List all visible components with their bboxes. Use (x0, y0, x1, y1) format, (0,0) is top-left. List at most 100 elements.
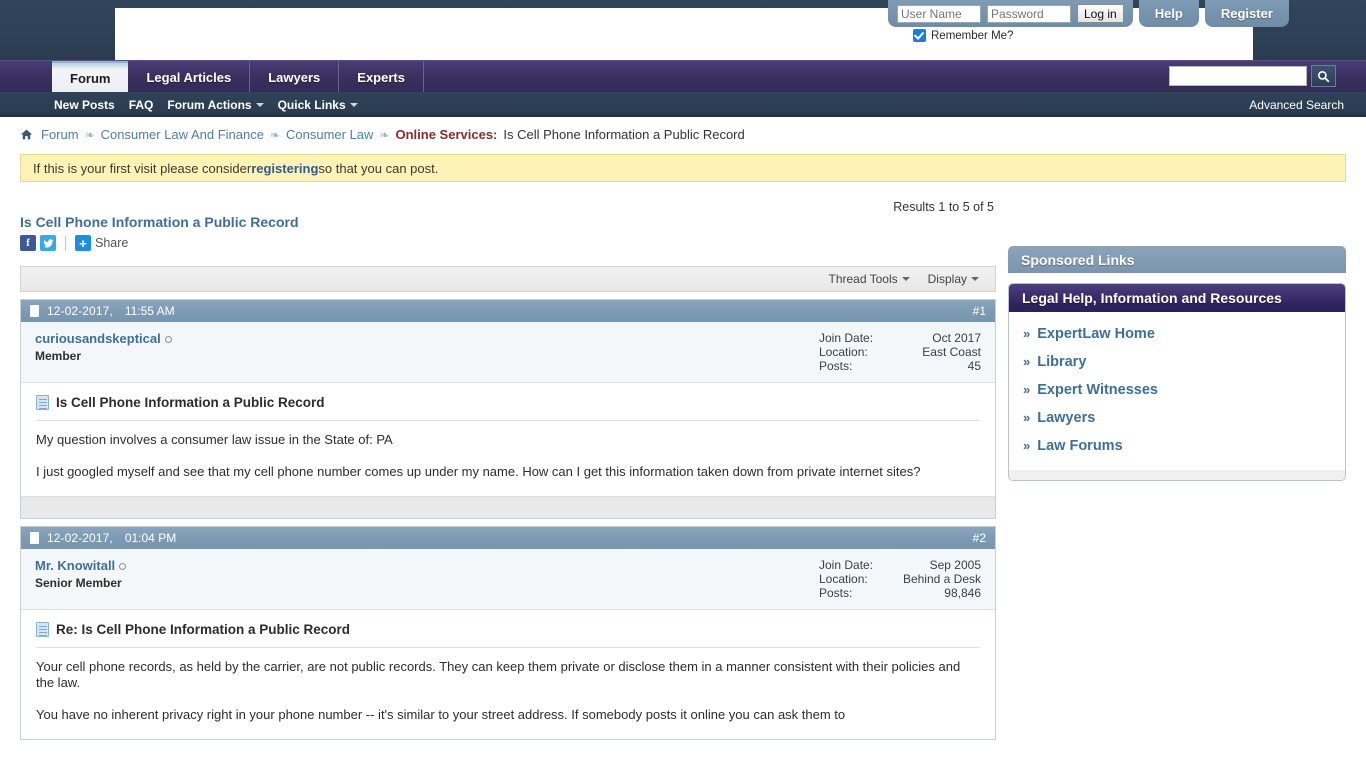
share-label[interactable]: Share (95, 236, 128, 250)
post-footer (21, 496, 995, 518)
tab-legal-articles[interactable]: Legal Articles (128, 61, 251, 93)
password-input[interactable] (987, 4, 1071, 23)
remember-me-row: Remember Me? (913, 29, 1013, 42)
breadcrumb-separator-icon: ❧ (269, 127, 280, 142)
login-form: Log in (888, 0, 1133, 27)
chevron-right-icon: » (1023, 354, 1031, 369)
chevron-right-icon: » (1023, 382, 1031, 397)
breadcrumb-item-online-services[interactable]: Online Services: (396, 127, 498, 142)
chevron-down-icon (971, 277, 979, 281)
sidebar-item-law-forums[interactable]: » Law Forums (1009, 432, 1345, 460)
post-subject: Is Cell Phone Information a Public Recor… (36, 395, 980, 421)
register-label: Register (1220, 6, 1273, 21)
site-header: Log in Help Register Remember Me? (0, 0, 1366, 60)
post-userinfo: Mr. Knowitall Senior Member Join Date: Se… (21, 549, 995, 610)
post-number[interactable]: #1 (973, 304, 986, 318)
chevron-right-icon: » (1023, 438, 1031, 453)
chevron-down-icon (349, 102, 358, 107)
sidebar-item-label: Expert Witnesses (1037, 382, 1158, 398)
sidebar-item-expert-witnesses[interactable]: » Expert Witnesses (1009, 376, 1345, 404)
search-button[interactable] (1311, 65, 1336, 87)
thread-tools-button[interactable]: Thread Tools (828, 272, 910, 286)
sidebar-item-library[interactable]: » Library (1009, 348, 1345, 376)
post-message: Your cell phone records, as held by the … (36, 648, 980, 723)
subnav-faq[interactable]: FAQ (129, 98, 154, 112)
legal-resources-links: » ExpertLaw Home » Library » Expert Witn… (1009, 312, 1345, 470)
subnav-forum-actions[interactable]: Forum Actions (167, 97, 264, 112)
page-title[interactable]: Is Cell Phone Information a Public Recor… (20, 214, 996, 230)
nav-search (1169, 65, 1336, 87)
document-icon (36, 622, 49, 637)
notice-suffix: so that you can post. (318, 160, 439, 176)
stat-label: Posts: (819, 359, 853, 373)
post-1: 12-02-2017, 11:55 AM #1 curiousandskepti… (20, 299, 996, 519)
post-subject-text: Re: Is Cell Phone Information a Public R… (56, 622, 351, 637)
first-visit-notice: If this is your first visit please consi… (20, 154, 1346, 182)
subnav-quick-links[interactable]: Quick Links (278, 98, 358, 112)
post-time: 01:04 PM (124, 531, 177, 545)
breadcrumb-separator-icon: ❧ (379, 127, 390, 142)
chevron-down-icon (255, 102, 264, 107)
advanced-search-link[interactable]: Advanced Search (1249, 92, 1344, 117)
username-input[interactable] (897, 4, 981, 23)
stat-value: 98,846 (944, 586, 981, 600)
thread-tools-label: Thread Tools (828, 272, 898, 286)
post-icon (30, 532, 39, 544)
subnav-links: New Posts FAQ Forum Actions Quick Links (54, 92, 358, 117)
stat-value: Sep 2005 (929, 558, 981, 572)
search-input[interactable] (1169, 66, 1307, 86)
tab-experts[interactable]: Experts (339, 61, 424, 93)
breadcrumb-separator-icon: ❧ (84, 127, 95, 142)
remember-me-checkbox[interactable] (913, 29, 926, 42)
display-button[interactable]: Display (928, 272, 979, 286)
tab-lawyers[interactable]: Lawyers (250, 61, 340, 93)
stat-label: Location: (819, 345, 868, 359)
sidebar-item-expertlaw-home[interactable]: » ExpertLaw Home (1009, 320, 1345, 348)
post-author[interactable]: curiousandskeptical (35, 331, 161, 346)
chevron-down-icon (901, 277, 910, 281)
post-header: 12-02-2017, 01:04 PM #2 (21, 527, 995, 549)
post-date: 12-02-2017, (47, 531, 113, 545)
post-message: My question involves a consumer law issu… (36, 421, 980, 480)
post-number[interactable]: #2 (973, 531, 986, 545)
register-button[interactable]: Register (1204, 0, 1289, 27)
breadcrumb-item-consumer-law-and-finance[interactable]: Consumer Law And Finance (101, 127, 264, 142)
chevron-right-icon: » (1023, 326, 1031, 341)
addthis-share-icon[interactable]: + (75, 235, 91, 251)
stat-value: 45 (967, 359, 981, 373)
tab-forum[interactable]: Forum (52, 61, 129, 93)
stat-label: Join Date: (819, 331, 874, 345)
help-label: Help (1154, 6, 1183, 21)
post-author[interactable]: Mr. Knowitall (35, 558, 115, 573)
breadcrumb-item-forum[interactable]: Forum (41, 127, 79, 142)
notice-prefix: If this is your first visit please consi… (33, 160, 252, 176)
legal-resources-title: Legal Help, Information and Resources (1009, 284, 1345, 312)
subnav-forum-actions-label: Forum Actions (167, 97, 252, 112)
twitter-share-icon[interactable] (40, 235, 56, 251)
breadcrumb-item-consumer-law[interactable]: Consumer Law (286, 127, 373, 142)
post-author-block: curiousandskeptical Member (35, 331, 172, 373)
sponsored-links-title: Sponsored Links (1008, 246, 1346, 273)
breadcrumb-current-title: Is Cell Phone Information a Public Recor… (503, 127, 745, 142)
home-icon (20, 128, 33, 141)
subnav-new-posts[interactable]: New Posts (54, 98, 115, 112)
sponsored-links-block: Sponsored Links (1008, 246, 1346, 273)
search-icon (1317, 70, 1330, 82)
thread-tools-bar: Thread Tools Display (20, 266, 996, 292)
notice-registering-link[interactable]: registering (251, 161, 318, 176)
post-author-title: Member (35, 349, 82, 363)
help-button[interactable]: Help (1138, 0, 1199, 27)
subnav-new-posts-label: New Posts (54, 97, 115, 112)
post-header: 12-02-2017, 11:55 AM #1 (21, 300, 995, 322)
facebook-share-icon[interactable]: f (20, 235, 36, 251)
nav-tabs: Forum Legal Articles Lawyers Experts (52, 61, 424, 93)
post-body: Is Cell Phone Information a Public Recor… (21, 383, 995, 480)
share-row: f + Share (20, 235, 996, 251)
login-button[interactable]: Log in (1077, 4, 1124, 23)
main-column: Is Cell Phone Information a Public Recor… (20, 214, 996, 740)
offline-status-icon (164, 336, 172, 344)
post-body: Re: Is Cell Phone Information a Public R… (21, 610, 995, 723)
legal-resources-panel: Legal Help, Information and Resources » … (1008, 283, 1346, 481)
sidebar-item-lawyers[interactable]: » Lawyers (1009, 404, 1345, 432)
stat-value: Behind a Desk (902, 572, 981, 586)
